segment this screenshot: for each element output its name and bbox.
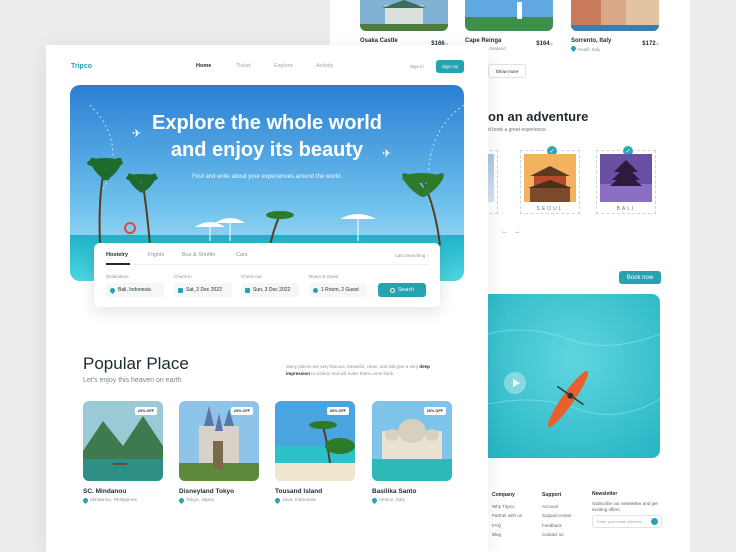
tab-cars[interactable]: Cars (236, 252, 248, 258)
popular-card[interactable]: 20% OFF Basilika Santo Venice, Italy (370, 401, 452, 505)
card-location: Java, Indonesia (273, 496, 355, 505)
nav-activity[interactable]: Activity (316, 63, 333, 69)
destination-label: Destination (106, 274, 129, 279)
calendar-icon (245, 287, 250, 293)
footer-link[interactable]: Support center (542, 511, 572, 521)
logo[interactable]: Tripco (71, 63, 92, 70)
location-pin-icon (569, 44, 578, 53)
destination-stamp[interactable]: ✓ BALI (596, 144, 656, 214)
hero-title-line2: and enjoy its beauty (170, 139, 364, 161)
popular-card[interactable]: 30% OFF Tousand Island Java, Indonesia (273, 401, 355, 505)
footer-company: Company Why Tripco Partner with us FAQ B… (492, 491, 522, 540)
newsletter-email-input[interactable]: Enter your email address (592, 515, 662, 528)
footer-link[interactable]: Blog (492, 530, 522, 540)
popular-card[interactable]: 20% OFF Disneyland Tokyo Tokyo, Japan (177, 401, 259, 505)
arrow-right-icon[interactable]: → (514, 229, 526, 235)
card-image: 20% OFF (179, 401, 259, 481)
card-location: Mindanou, Philippines (81, 496, 163, 505)
tab-divider (106, 264, 428, 265)
room-guest-field[interactable]: 1 Room, 2 Guest (309, 283, 367, 297)
stamp-label: SEOUL (536, 206, 564, 212)
front-page: Tripco Home Ticket Explore Activity Sign… (46, 45, 488, 552)
card-location: Tokyo, Japan (177, 496, 259, 505)
card-name: Tousand Island (275, 488, 323, 495)
footer-link[interactable]: Feedback (542, 521, 572, 531)
location-pin-icon (273, 496, 282, 505)
tab-bus-shuttle[interactable]: Bus & Shuttle (182, 252, 215, 258)
footer-newsletter: Newsletter Subscribe our newsletter and … (592, 491, 662, 513)
place-image (571, 0, 659, 31)
nav-home[interactable]: Home (196, 63, 211, 69)
place-card[interactable]: Cape Reinga New Zealand $164/p (465, 0, 553, 51)
discount-badge: 20% OFF (134, 407, 157, 415)
send-icon[interactable] (651, 518, 658, 525)
nav-ticket[interactable]: Ticket (236, 63, 250, 69)
last-searching-link[interactable]: Last Searching › (395, 253, 428, 258)
footer-link[interactable]: Account (542, 502, 572, 512)
card-image: 20% OFF (372, 401, 452, 481)
footer-link[interactable]: FAQ (492, 521, 522, 531)
place-price: $172/p (642, 41, 659, 47)
location-pin-icon (81, 496, 90, 505)
popular-card[interactable]: 20% OFF SC. Mindanou Mindanou, Philippin… (81, 401, 163, 505)
discount-badge: 20% OFF (230, 407, 253, 415)
card-name: SC. Mindanou (83, 488, 127, 495)
footer-support: Support Account Support center Feedback … (542, 491, 572, 540)
newsletter-text: Subscribe our newsletter and get excitin… (592, 501, 658, 512)
show-more-button[interactable]: Show more (488, 64, 526, 78)
hero-title-line1: Explore the whole world (151, 112, 383, 134)
footer-link[interactable]: Partner with us (492, 511, 522, 521)
destination-field[interactable]: Bali, Indonesia (106, 283, 164, 297)
arrow-left-icon[interactable]: ← (502, 229, 514, 235)
check-out-label: Check-out (241, 274, 262, 279)
place-image (360, 0, 448, 31)
stamp-image (600, 154, 652, 202)
place-card[interactable]: Sorrento, Italy Amalfi, Italy $172/p (569, 0, 659, 53)
active-tab-indicator (106, 263, 130, 265)
discount-badge: 20% OFF (423, 407, 446, 415)
location-pin-icon (108, 286, 117, 294)
sign-in-link[interactable]: Sign in (410, 64, 424, 69)
footer-link[interactable]: Why Tripco (492, 502, 522, 512)
place-image (465, 0, 553, 31)
place-price: $164/p (536, 41, 553, 47)
card-location: Venice, Italy (370, 496, 452, 505)
place-card[interactable]: Osaka Castle $166/p (360, 0, 448, 47)
search-button[interactable]: Search (378, 283, 426, 297)
card-name: Basilika Santo (372, 488, 417, 495)
play-icon (512, 379, 520, 387)
calendar-icon (178, 287, 183, 293)
hero-subtitle: Find and write about your experiences ar… (192, 174, 342, 180)
adventure-subtitle: d book a great experience. (488, 127, 548, 133)
location-pin-icon (370, 496, 379, 505)
location-pin-icon (177, 496, 186, 505)
tab-hostelry[interactable]: Hostelry (106, 252, 128, 258)
tab-flights[interactable]: Flights (148, 252, 164, 258)
footer-link[interactable]: Contact us (542, 530, 572, 540)
destination-stamp[interactable]: ✓ SEOUL (520, 144, 580, 214)
nav-explore[interactable]: Explore (274, 63, 293, 69)
user-icon (313, 287, 318, 293)
adventure-title: on an adventure (488, 109, 589, 124)
popular-description: Many places are very famous, beautiful, … (286, 364, 430, 376)
discount-badge: 30% OFF (326, 407, 349, 415)
kayak-video[interactable] (488, 294, 660, 458)
card-name: Disneyland Tokyo (179, 488, 235, 495)
check-in-label: Check-in (174, 274, 192, 279)
carousel-arrows[interactable]: ←→ (502, 229, 526, 235)
sign-up-button[interactable]: Sign Up (436, 60, 464, 73)
popular-title: Popular Place (83, 354, 189, 373)
stamp-label: BALI (616, 206, 636, 212)
popular-subtitle: Let's enjoy this heaven on earth (83, 377, 182, 384)
search-panel: Hostelry Flights Bus & Shuttle Cars Last… (94, 243, 440, 307)
stamp-image (524, 154, 576, 202)
check-out-field[interactable]: Sun, 3 Dec 2022 (241, 283, 299, 297)
search-icon (390, 287, 396, 293)
check-in-field[interactable]: Sat, 2 Dec 2022 (174, 283, 232, 297)
room-guest-label: Room & Guest (309, 274, 339, 279)
play-button[interactable] (504, 372, 526, 394)
card-image: 20% OFF (83, 401, 163, 481)
book-now-button[interactable]: Book now (619, 271, 661, 284)
card-image: 30% OFF (275, 401, 355, 481)
